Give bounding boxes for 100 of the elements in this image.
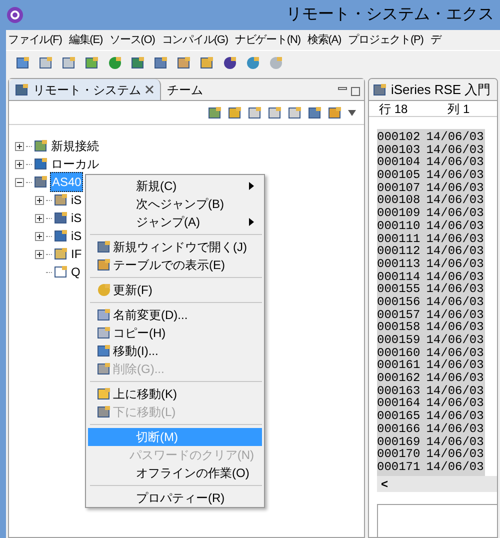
date-text: 14/06/03: [426, 232, 484, 246]
sequence-number: 000165: [377, 410, 420, 423]
date-text: 14/06/03: [426, 207, 484, 220]
expand-toggle[interactable]: [35, 214, 44, 222]
date-text: 14/06/03: [426, 270, 484, 284]
panel-tab[interactable]: リモート・システム: [9, 79, 161, 100]
sequence-number: 000156: [377, 296, 420, 309]
date-text: 14/06/03: [426, 283, 484, 296]
sequence-number: 000155: [377, 283, 420, 296]
sequence-number: 000112: [377, 245, 420, 258]
menu-item[interactable]: ジャンプ(A): [88, 213, 262, 231]
tree-item[interactable]: iS: [70, 209, 83, 227]
tree-item[interactable]: iS: [70, 191, 83, 209]
tree-item[interactable]: Q: [70, 263, 82, 281]
expand-toggle[interactable]: [35, 250, 44, 258]
menu-bar-item[interactable]: ナビゲート(N): [234, 32, 300, 48]
date-text: 14/06/03: [426, 169, 484, 182]
window-title: リモート・システム・エクス: [286, 5, 494, 25]
horizontal-scrollbar[interactable]: <: [377, 476, 497, 492]
menu-item[interactable]: 新規(C): [88, 177, 262, 195]
tree-item[interactable]: 新規接続: [50, 137, 100, 155]
expand-toggle[interactable]: [15, 160, 24, 168]
sequence-number: 000157: [377, 308, 420, 322]
date-text: 14/06/03: [426, 258, 484, 271]
menu-bar-item[interactable]: 検索(A): [307, 32, 342, 48]
menu-item[interactable]: コピー(H): [88, 324, 262, 342]
menu-bar-item[interactable]: デ: [430, 32, 441, 48]
menu-item[interactable]: 名前変更(D)...: [88, 306, 262, 324]
menu-item[interactable]: 新規ウィンドウで開く(J): [88, 238, 262, 256]
date-text: 14/06/03: [426, 397, 484, 410]
sequence-number: 000161: [377, 359, 420, 372]
date-text: 14/06/03: [426, 156, 484, 170]
sequence-number: 000109: [377, 207, 420, 220]
date-text: 14/06/03: [426, 422, 484, 436]
sequence-number: 000159: [377, 334, 420, 347]
expand-toggle[interactable]: [15, 142, 24, 150]
date-text: 14/06/03: [426, 384, 484, 398]
tree-item[interactable]: IF: [70, 245, 83, 263]
submenu-arrow-icon: [249, 218, 254, 226]
sequence-number: 000103: [377, 144, 420, 156]
menu-item[interactable]: テーブルでの表示(E): [88, 256, 262, 274]
minimize-icon[interactable]: [338, 87, 347, 90]
menu-item[interactable]: 上に移動(K): [88, 385, 262, 403]
menu-bar-item[interactable]: ファイル(F): [8, 32, 62, 48]
scroll-left-arrow[interactable]: <: [377, 474, 392, 493]
sequence-number: 000169: [377, 436, 420, 448]
menu-bar-item[interactable]: コンパイル(G): [162, 32, 228, 48]
sequence-number: 000110: [377, 220, 420, 232]
row-indicator: 行 18: [379, 100, 408, 118]
date-text: 14/06/03: [426, 308, 484, 322]
sequence-number: 000107: [377, 182, 420, 194]
expand-toggle[interactable]: [35, 196, 44, 204]
date-text: 14/06/03: [426, 245, 484, 258]
date-text: 14/06/03: [426, 334, 484, 347]
date-text: 14/06/03: [426, 410, 484, 423]
date-text: 14/06/03: [426, 194, 484, 208]
sequence-number: 000102: [377, 131, 420, 144]
date-text: 14/06/03: [426, 346, 484, 360]
sequence-number: 000166: [377, 422, 420, 436]
menu-item[interactable]: 次へジャンプ(B): [88, 195, 262, 213]
menu-item[interactable]: オフラインの作業(O): [88, 464, 262, 482]
close-icon[interactable]: [145, 85, 154, 94]
tree-item[interactable]: ローカル: [50, 155, 100, 173]
submenu-arrow-icon: [249, 182, 254, 190]
date-text: 14/06/03: [426, 131, 484, 144]
sequence-number: 000158: [377, 321, 420, 334]
menu-bar-item[interactable]: ソース(O): [110, 32, 155, 48]
date-text: 14/06/03: [426, 448, 484, 461]
date-text: 14/06/03: [426, 296, 484, 309]
maximize-icon[interactable]: [351, 87, 360, 96]
panel-tab[interactable]: チーム: [161, 79, 209, 100]
sequence-number: 000164: [377, 397, 420, 410]
sequence-number: 000162: [377, 372, 420, 385]
date-text: 14/06/03: [426, 436, 484, 448]
menu-item[interactable]: 更新(F): [88, 281, 262, 299]
menu-bar-item[interactable]: 編集(E): [68, 32, 103, 48]
app-logo-icon: [6, 6, 24, 24]
menu-bar-item[interactable]: プロジェクト(P): [348, 32, 424, 48]
expand-toggle[interactable]: [15, 178, 24, 186]
date-text: 14/06/03: [426, 144, 484, 156]
sequence-number: 000171: [377, 460, 420, 474]
sequence-number: 000170: [377, 448, 420, 461]
date-text: 14/06/03: [426, 460, 484, 474]
sequence-number: 000160: [377, 346, 420, 360]
sequence-number: 000163: [377, 384, 420, 398]
date-text: 14/06/03: [426, 182, 484, 194]
menu-item[interactable]: 移動(I)...: [88, 342, 262, 360]
date-text: 14/06/03: [426, 372, 484, 385]
sequence-number: 000108: [377, 194, 420, 208]
tree-item[interactable]: iS: [70, 227, 83, 245]
sequence-number: 000113: [377, 258, 420, 271]
date-text: 14/06/03: [426, 321, 484, 334]
view-menu-icon[interactable]: [348, 110, 356, 116]
expand-toggle[interactable]: [35, 232, 44, 240]
sequence-number: 000114: [377, 270, 420, 284]
menu-item[interactable]: プロパティー(R): [88, 489, 262, 507]
sequence-number: 000111: [377, 232, 420, 246]
date-text: 14/06/03: [426, 220, 484, 232]
sequence-number: 000104: [377, 156, 420, 170]
sequence-number: 000105: [377, 169, 420, 182]
